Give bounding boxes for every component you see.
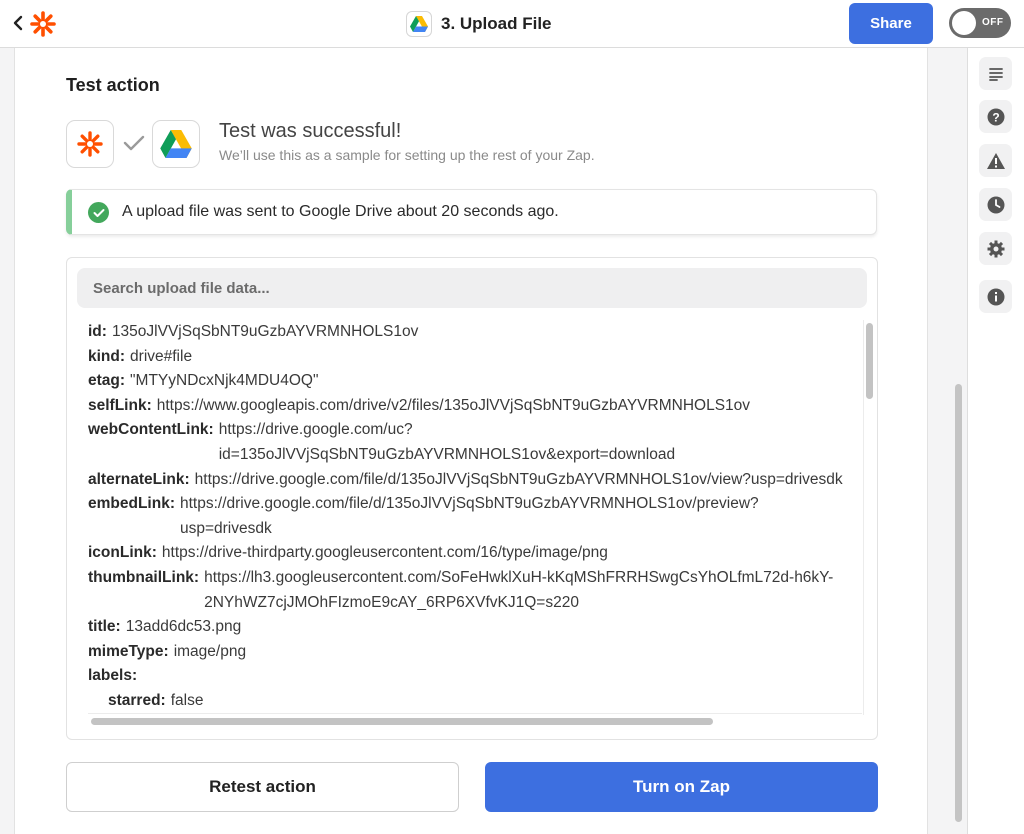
back-chevron-icon[interactable] (9, 12, 27, 34)
svg-text:?: ? (992, 110, 999, 124)
check-icon (123, 134, 145, 157)
toggle-label: OFF (982, 17, 1004, 28)
share-button[interactable]: Share (849, 3, 933, 44)
field-value: https://drive-thirdparty.googleuserconte… (161, 544, 608, 562)
field-row-starred: starred: false (88, 689, 861, 714)
clock-icon[interactable] (979, 188, 1012, 221)
field-row-etag: etag: "MTYyNDcxNjk4MDU4OQ" (88, 369, 861, 394)
field-row-kind: kind: drive#file (88, 345, 861, 370)
field-key: mimeType: (88, 642, 169, 660)
field-row-thumbnaillink: thumbnailLink: https://lh3.googleusercont… (88, 566, 861, 615)
page-scrollbar-thumb[interactable] (955, 384, 962, 822)
field-row-mimetype: mimeType: image/png (88, 640, 861, 665)
sample-data-box: id:135oJlVVjSqSbNT9uGzbAYVRMNHOLS1ov kin… (66, 257, 878, 740)
help-icon[interactable]: ? (979, 100, 1012, 133)
success-subtitle: We’ll use this as a sample for setting u… (219, 147, 595, 163)
field-value: https://drive.google.com/uc? id=135oJlVV… (218, 421, 676, 463)
field-key: starred: (108, 691, 166, 709)
success-title: Test was successful! (219, 120, 402, 142)
field-key: thumbnailLink: (88, 568, 200, 586)
field-value: "MTYyNDcxNjk4MDU4OQ" (130, 372, 319, 390)
field-row-webcontentlink: webContentLink: https://drive.google.com/… (88, 418, 861, 467)
section-title: Test action (66, 75, 160, 95)
top-bar: 3. Upload File Share OFF (0, 0, 1024, 48)
field-value: image/png (173, 642, 247, 660)
zapier-logo-icon[interactable] (30, 11, 56, 37)
google-drive-app-icon (152, 120, 200, 168)
field-row-iconlink: iconLink: https://drive-thirdparty.google… (88, 541, 861, 566)
field-key: etag: (88, 372, 126, 390)
check-circle-icon (88, 202, 109, 223)
field-key: embedLink: (88, 495, 175, 513)
gear-icon[interactable] (979, 232, 1012, 265)
field-key: alternateLink: (88, 470, 190, 488)
field-value: https://www.googleapis.com/drive/v2/file… (156, 396, 751, 414)
field-value: https://drive.google.com/file/d/135oJlVV… (194, 470, 843, 488)
search-input[interactable] (77, 268, 867, 308)
field-row-embedlink: embedLink: https://drive.google.com/file/… (88, 492, 861, 541)
field-list[interactable]: id: 135oJlVVjSqSbNT9uGzbAYVRMNHOLS1ov kin… (88, 320, 861, 714)
main-panel: Test action Test was successful! We’ll u… (14, 48, 928, 834)
field-row-alternatelink: alternateLink: https://drive.google.com/f… (88, 468, 861, 493)
step-title: 3. Upload File (406, 10, 552, 38)
field-row-selflink: selfLink: https://www.googleapis.com/driv… (88, 394, 861, 419)
field-value: drive#file (130, 347, 193, 365)
field-key: id: (88, 323, 107, 340)
field-value: https://drive.google.com/file/d/135oJlVV… (179, 495, 759, 537)
vertical-scrollbar-thumb[interactable] (866, 323, 873, 399)
zapier-app-icon (66, 120, 114, 168)
field-key: title: (88, 618, 121, 636)
field-key: iconLink: (88, 544, 157, 562)
field-row-title: title: 13add6dc53.png (88, 615, 861, 640)
field-value: false (170, 691, 204, 709)
field-key: kind: (88, 347, 126, 365)
zap-on-off-toggle[interactable]: OFF (949, 8, 1011, 38)
google-drive-icon (406, 11, 432, 37)
list-icon[interactable] (979, 57, 1012, 90)
field-value: 135oJlVVjSqSbNT9uGzbAYVRMNHOLS1ov (111, 323, 419, 340)
field-key: labels: (88, 667, 138, 685)
warning-icon[interactable] (979, 144, 1012, 177)
toggle-knob (952, 11, 976, 35)
alert-text: A upload file was sent to Google Drive a… (122, 203, 559, 220)
field-row-labels: labels: (88, 664, 861, 689)
field-row-id: id: 135oJlVVjSqSbNT9uGzbAYVRMNHOLS1ov (88, 320, 861, 345)
horizontal-scrollbar-thumb[interactable] (91, 718, 713, 725)
right-sidebar: ? (967, 48, 1024, 834)
success-alert: A upload file was sent to Google Drive a… (66, 189, 877, 235)
info-icon[interactable] (979, 280, 1012, 313)
field-value: 13add6dc53.png (125, 618, 242, 636)
field-key: webContentLink: (88, 421, 214, 439)
page-title: 3. Upload File (441, 14, 552, 33)
field-value: https://lh3.googleusercontent.com/SoFeHw… (204, 568, 834, 611)
retest-action-button[interactable]: Retest action (66, 762, 459, 812)
turn-on-zap-button[interactable]: Turn on Zap (485, 762, 878, 812)
field-key: selfLink: (88, 396, 152, 414)
